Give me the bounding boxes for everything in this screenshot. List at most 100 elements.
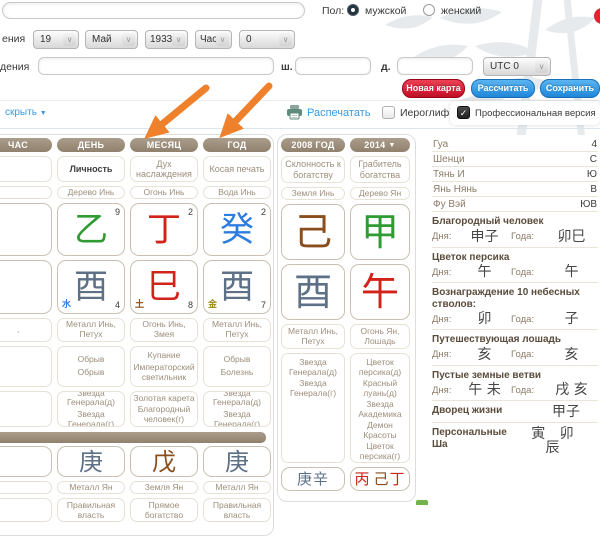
day-label: Дня:: [432, 314, 458, 325]
section-title: Цветок персика: [432, 252, 598, 264]
year-2014-label: 2014: [364, 140, 385, 150]
stage-line: Болезнь: [221, 368, 254, 378]
section-title: Дворец жизни: [432, 405, 502, 417]
hidden-stem-hanzi: 己: [373, 472, 389, 487]
hidden-stem-hanzi: 庚: [79, 450, 103, 474]
info-section: Цветок персика Дня: 午 Года: 午: [432, 248, 598, 284]
stage-line: Купание: [148, 351, 181, 361]
stage-cell: Купание Императорский светильник: [130, 346, 198, 387]
stem-hanzi: 甲: [361, 213, 399, 251]
month-select[interactable]: Май ∨: [85, 30, 138, 49]
calculate-button[interactable]: Рассчитать: [471, 79, 535, 98]
gender-radio-male[interactable]: [347, 4, 359, 16]
day-select[interactable]: 19 ∨: [33, 30, 79, 49]
section-title: Путешествующая лошадь: [432, 334, 598, 346]
year-label: Года:: [511, 314, 545, 325]
stem-box: 甲: [350, 204, 410, 260]
hieroglyphs-label[interactable]: Иероглифы: [400, 107, 457, 119]
pillar-role: Грабитель богатства: [350, 156, 410, 183]
year-label: Года:: [511, 349, 545, 360]
stem-strength-number: 2: [188, 207, 193, 217]
save-button[interactable]: Сохранить: [540, 79, 600, 98]
stem-box-empty: [0, 203, 52, 256]
pillar-header-year[interactable]: ГОД: [203, 138, 271, 152]
star-line: Благородный человек(г): [133, 405, 195, 424]
pillar-role-empty: [0, 156, 52, 182]
pillar-role: Косая печать: [203, 156, 271, 182]
section-title: Пустые земные ветви: [432, 370, 598, 382]
day-hanzi: 亥: [458, 348, 511, 362]
stem-hanzi: 乙: [74, 213, 108, 247]
pro-version-checkbox[interactable]: ✓: [457, 106, 470, 119]
stage-line: Обрыв: [78, 355, 105, 365]
star-line: Красный луань(д): [353, 379, 407, 398]
star-line: Звезда Генерала(г): [206, 410, 268, 427]
year-label: Года:: [511, 231, 545, 242]
hidden-stem-box: 庚: [57, 446, 125, 477]
day-label: Дня:: [432, 267, 458, 278]
info-value: С: [590, 154, 597, 165]
stage-line: Обрыв: [224, 355, 251, 365]
year-2008-header[interactable]: 2008 ГОД: [281, 138, 345, 152]
stem-hanzi: 丁: [147, 213, 181, 247]
hieroglyphs-checkbox[interactable]: [382, 106, 395, 119]
stem-box: 丁 2: [130, 203, 198, 256]
section-title: Благородный человек: [432, 216, 598, 228]
pillar-column-day: ДЕНЬ Личность Дерево Инь 乙 9 酉 水 4 Метал…: [57, 138, 125, 522]
hour-select-value: 0: [246, 34, 252, 45]
year-select[interactable]: 1933 ∨: [145, 30, 188, 49]
birthdate-label-fragment: ения: [2, 33, 25, 45]
branch-desc: Огонь Ян, Лошадь: [350, 324, 410, 349]
stars-cell: Звезда Генерала(д) Звезда Генерала(г): [57, 391, 125, 427]
chevron-down-icon: ∨: [535, 60, 548, 73]
branch-box: 巳 土 8: [130, 260, 198, 314]
latitude-input[interactable]: [295, 57, 371, 75]
year-hanzi: 亥: [545, 348, 598, 362]
chevron-down-icon: ∨: [172, 33, 185, 46]
utc-select[interactable]: UTC 0 ∨: [483, 57, 551, 76]
pillar-header-day[interactable]: ДЕНЬ: [57, 138, 125, 152]
gender-female-label[interactable]: женский: [441, 5, 481, 17]
pillar-header-month[interactable]: МЕСЯЦ: [130, 138, 198, 152]
pro-version-label[interactable]: Профессиональная версия: [475, 108, 596, 119]
name-input[interactable]: [2, 2, 305, 19]
annotation-arrow: [229, 86, 269, 128]
year-columns: 2008 ГОД Склонность к богатству Земля Ин…: [281, 138, 410, 491]
printer-icon: [286, 105, 303, 120]
info-section: Вознаграждение 10 небесных стволов: Дня:…: [432, 283, 598, 330]
year-label: Года:: [511, 385, 545, 396]
value-hanzi: 甲子: [552, 405, 580, 419]
hour-label-select[interactable]: Час ∨: [195, 30, 232, 49]
new-chart-button[interactable]: Новая карта: [402, 79, 465, 98]
month-select-value: Май: [92, 34, 112, 45]
star-line: Звезда Генерала(г): [284, 379, 342, 398]
gender-male-label[interactable]: мужской: [365, 5, 406, 17]
branch-element-hanzi: 水: [62, 301, 71, 310]
branch-strength-number: 7: [261, 300, 266, 310]
hour-select[interactable]: 0 ∨: [239, 30, 295, 49]
latitude-label: ш.: [281, 61, 293, 73]
stem-box: 乙 9: [57, 203, 125, 256]
hidden-element-label: Земля Ян: [130, 481, 198, 494]
pillar-header-hour[interactable]: ЧАС: [0, 138, 52, 152]
info-row: Гуа4: [432, 137, 598, 152]
day-hanzi: 午 未: [458, 383, 511, 397]
pillar-role: Склонность к богатству: [281, 156, 345, 183]
info-value: Ю: [587, 169, 597, 180]
branch-hanzi: 酉: [220, 270, 254, 304]
stars-cell-empty: [0, 391, 52, 427]
hide-link[interactable]: скрыть ▼: [5, 107, 47, 118]
year-2014-header[interactable]: 2014 ▼: [350, 138, 410, 152]
branch-desc: Металл Инь, Петух: [203, 318, 271, 342]
star-line: Звезда Генерала(г): [60, 410, 122, 427]
year-hanzi: 午: [545, 265, 598, 279]
year-hanzi: 卯巳: [545, 230, 598, 244]
longitude-input[interactable]: [397, 57, 473, 75]
branch-hanzi: 酉: [74, 270, 108, 304]
print-button[interactable]: Распечатать: [307, 107, 370, 119]
branch-element-hanzi: 金: [208, 301, 217, 310]
gender-radio-female[interactable]: [423, 4, 435, 16]
birthplace-input[interactable]: [38, 57, 274, 75]
info-value: ЮВ: [580, 199, 597, 210]
annotation-arrow: [155, 88, 206, 130]
